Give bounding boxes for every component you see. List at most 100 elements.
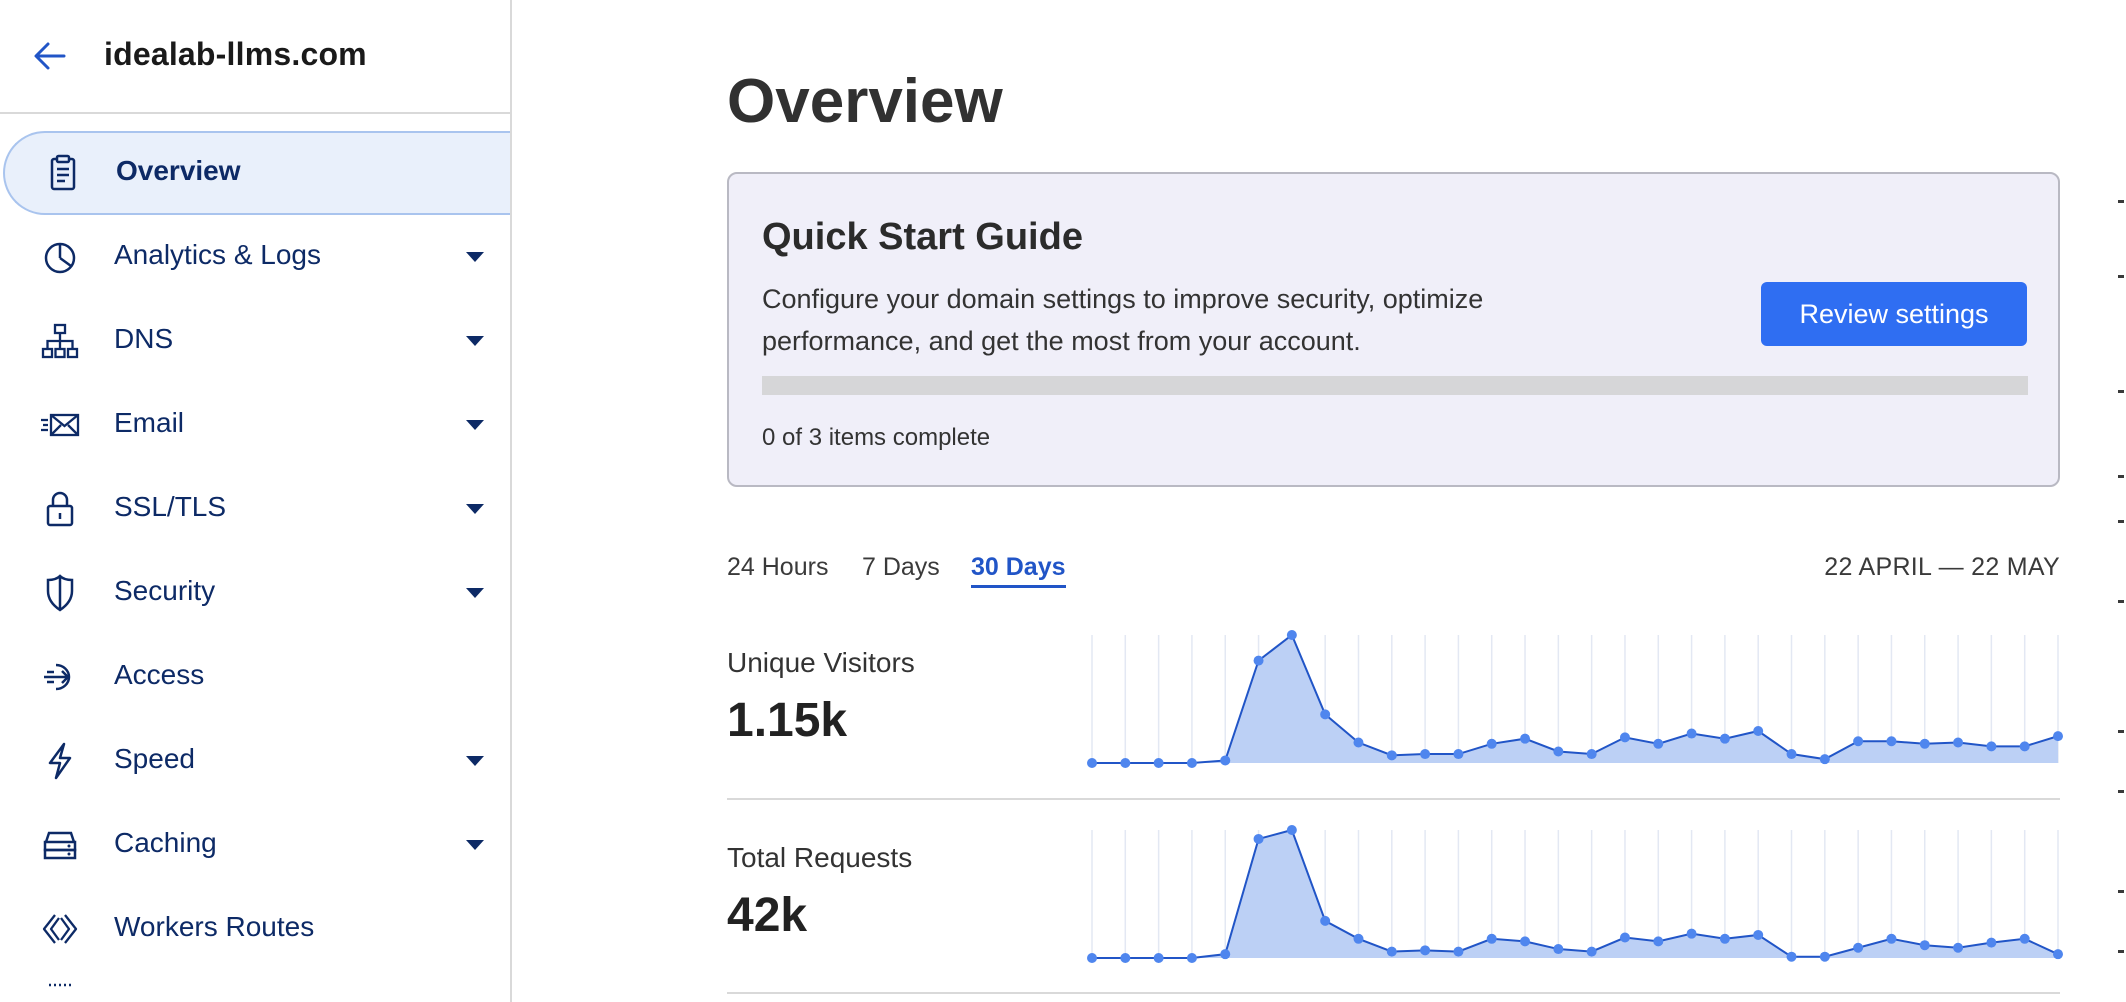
chart-point[interactable] [1919, 738, 1930, 749]
shield-icon [40, 573, 80, 613]
arrow-left-icon[interactable] [30, 36, 70, 76]
chart-point[interactable] [1520, 733, 1531, 744]
chart-point[interactable] [1186, 953, 1197, 963]
chart-point[interactable] [1453, 946, 1464, 957]
chart-point[interactable] [1153, 758, 1164, 768]
sidebar-item-overview[interactable]: Overview [3, 131, 510, 215]
chart-point[interactable] [1087, 758, 1097, 768]
sidebar-item-label: Caching [114, 827, 217, 858]
chart-point[interactable] [1386, 750, 1397, 761]
sidebar-item-label: Workers Routes [114, 911, 315, 942]
chart-point[interactable] [1420, 945, 1431, 956]
chart-point[interactable] [1486, 933, 1497, 944]
chart-point[interactable] [1120, 758, 1131, 768]
chart-point[interactable] [1719, 933, 1730, 944]
chevron-down-icon[interactable] [466, 756, 484, 766]
chart-point[interactable] [2019, 741, 2030, 752]
sidebar-header: idealab-llms.com [0, 0, 510, 114]
chart-point[interactable] [1619, 932, 1630, 943]
chart-point[interactable] [1753, 726, 1764, 736]
chart-point[interactable] [1320, 915, 1331, 926]
sidebar-item-access[interactable]: Access [0, 635, 510, 719]
chart-point[interactable] [1819, 951, 1830, 962]
chevron-down-icon[interactable] [466, 420, 484, 430]
lightning-icon [40, 741, 80, 781]
sidebar-item-label: DNS [114, 323, 174, 354]
review-settings-button[interactable]: Review settings [1761, 282, 2027, 346]
metric-unique-visitors: Unique Visitors 1.15k [727, 623, 2063, 800]
chart-point[interactable] [1520, 936, 1531, 947]
chart-point[interactable] [1886, 933, 1897, 944]
chevron-down-icon[interactable] [466, 252, 484, 262]
chart-point[interactable] [1186, 758, 1197, 768]
chart-point[interactable] [1619, 732, 1630, 743]
chart-point[interactable] [1420, 749, 1431, 760]
chart-point[interactable] [1686, 928, 1697, 939]
chevron-down-icon[interactable] [466, 336, 484, 346]
chart-point[interactable] [1153, 953, 1164, 963]
sidebar-item-caching[interactable]: Caching [0, 803, 510, 887]
chart-point[interactable] [1353, 737, 1364, 748]
chevron-down-icon[interactable] [466, 840, 484, 850]
email-fast-icon [40, 405, 80, 445]
chart-point[interactable] [1486, 738, 1497, 749]
sidebar-item-label: Access [114, 659, 205, 690]
chart-point[interactable] [1753, 929, 1764, 940]
sidebar-item-ssl-tls[interactable]: SSL/TLS [0, 467, 510, 551]
tab-30-days[interactable]: 30 Days [971, 553, 1066, 588]
chart-point[interactable] [1786, 951, 1797, 962]
chart-point[interactable] [2019, 933, 2030, 944]
chart-point[interactable] [1586, 749, 1597, 760]
network-tree-icon [40, 321, 80, 361]
chart-point[interactable] [1253, 655, 1264, 666]
sidebar-item-dns[interactable]: DNS [0, 299, 510, 383]
chart-point[interactable] [1719, 733, 1730, 744]
code-brackets-icon [40, 909, 80, 949]
chart-point[interactable] [1653, 738, 1664, 749]
chart-point[interactable] [1853, 942, 1864, 953]
more-icon [40, 977, 80, 1002]
chart-point[interactable] [1786, 749, 1797, 760]
chart-point[interactable] [1286, 825, 1297, 835]
sidebar-item-analytics[interactable]: Analytics & Logs [0, 215, 510, 299]
chart-point[interactable] [1553, 944, 1564, 955]
sidebar-item-email[interactable]: Email [0, 383, 510, 467]
tab-7-days[interactable]: 7 Days [862, 553, 940, 582]
chart-point[interactable] [1087, 953, 1097, 963]
chart-point[interactable] [1220, 755, 1231, 766]
chart-point[interactable] [1120, 953, 1131, 963]
chart-point[interactable] [1853, 736, 1864, 747]
chart-point[interactable] [2053, 949, 2063, 960]
chart-point[interactable] [1919, 940, 1930, 951]
chart-point[interactable] [1886, 736, 1897, 747]
quick-start-title: Quick Start Guide [762, 216, 1083, 258]
sidebar-item-label: Analytics & Logs [114, 239, 321, 270]
chart-point[interactable] [1986, 741, 1997, 752]
chevron-down-icon[interactable] [466, 588, 484, 598]
chart-point[interactable] [1953, 942, 1964, 953]
sidebar-item-workers-routes[interactable]: Workers Routes [0, 887, 510, 971]
chart-point[interactable] [1386, 946, 1397, 957]
chart-point[interactable] [1819, 754, 1830, 765]
chart-point[interactable] [1553, 746, 1564, 757]
chart-point[interactable] [1220, 949, 1231, 960]
chart-point[interactable] [1953, 737, 1964, 748]
sidebar-nav: Overview Analytics & Logs DNS Email SSL/… [0, 131, 510, 1002]
chart-point[interactable] [1653, 936, 1664, 947]
date-range: 22 APRIL — 22 MAY [1824, 553, 2060, 581]
chart-point[interactable] [2053, 731, 2063, 742]
chevron-down-icon[interactable] [466, 504, 484, 514]
chart-point[interactable] [1986, 937, 1997, 948]
chart-point[interactable] [1453, 749, 1464, 760]
sidebar-item-security[interactable]: Security [0, 551, 510, 635]
tab-24-hours[interactable]: 24 Hours [727, 553, 828, 582]
chart-point[interactable] [1320, 709, 1331, 720]
chart-point[interactable] [1286, 630, 1297, 640]
chart-point[interactable] [1686, 728, 1697, 739]
chart-point[interactable] [1353, 933, 1364, 944]
storage-drive-icon [40, 825, 80, 865]
sidebar-item-more[interactable] [0, 971, 510, 1002]
sidebar-item-speed[interactable]: Speed [0, 719, 510, 803]
chart-point[interactable] [1586, 946, 1597, 957]
chart-point[interactable] [1253, 833, 1264, 844]
